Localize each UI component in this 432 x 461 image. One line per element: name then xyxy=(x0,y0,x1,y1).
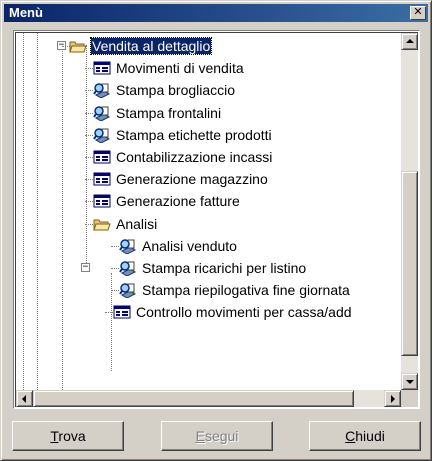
find-button-label: rova xyxy=(58,428,86,444)
run-button[interactable]: Esegui xyxy=(161,421,273,451)
run-button-accesskey: E xyxy=(195,428,205,444)
tree-item[interactable]: Generazione fatture xyxy=(93,190,241,212)
report-magnifier-icon xyxy=(93,82,111,99)
horizontal-scroll-thumb[interactable] xyxy=(33,390,354,407)
tree-item[interactable]: Stampa riepilogativa fine giornata xyxy=(119,279,351,301)
open-folder-icon xyxy=(93,216,111,232)
scroll-down-button[interactable] xyxy=(401,373,418,390)
tree-frame: − − Vendita al dettaglio Movimenti di ven… xyxy=(13,30,420,409)
form-icon xyxy=(93,60,111,76)
form-icon xyxy=(93,171,111,187)
tree-item[interactable]: Stampa ricarichi per listino xyxy=(119,257,307,279)
close-button[interactable]: Chiudi xyxy=(309,421,421,451)
horizontal-scrollbar[interactable] xyxy=(16,390,401,407)
tree-container: − − Vendita al dettaglio Movimenti di ven… xyxy=(15,32,418,407)
open-folder-icon xyxy=(69,38,87,54)
tree-item[interactable]: Analisi xyxy=(93,213,158,235)
close-window-button[interactable]: ✕ xyxy=(410,6,426,20)
tree-item-label: Stampa riepilogativa fine giornata xyxy=(142,282,350,299)
tree-item-label: Stampa brogliaccio xyxy=(116,82,236,99)
tree-item[interactable]: Generazione magazzino xyxy=(93,168,269,190)
tree-item-label: Stampa etichette prodotti xyxy=(116,126,272,143)
tree-item-label: Stampa frontalini xyxy=(116,104,222,121)
tree-item-label: Analisi xyxy=(116,215,158,232)
tree-item-label: Stampa ricarichi per listino xyxy=(142,260,307,276)
scroll-left-button[interactable] xyxy=(16,390,33,407)
report-magnifier-icon xyxy=(93,127,111,144)
tree-item-label: Generazione fatture xyxy=(116,193,240,210)
menu-tree[interactable]: − − Vendita al dettaglio Movimenti di ven… xyxy=(16,33,401,390)
scroll-corner xyxy=(401,390,418,407)
title-bar[interactable]: Menù ✕ xyxy=(4,4,428,22)
tree-item-label: Controllo movimenti per cassa/add xyxy=(136,304,352,321)
run-button-label: segui xyxy=(204,428,239,444)
scroll-up-button[interactable] xyxy=(401,33,418,50)
window-title: Menù xyxy=(9,5,43,20)
form-icon xyxy=(93,193,111,209)
tree-item[interactable]: Analisi venduto xyxy=(119,235,238,257)
tree-item-label: Analisi venduto xyxy=(142,237,237,254)
scroll-right-button[interactable] xyxy=(384,390,401,407)
close-button-accesskey: C xyxy=(345,428,356,444)
report-magnifier-icon xyxy=(119,238,137,255)
report-magnifier-icon xyxy=(93,105,111,122)
form-icon xyxy=(93,149,111,165)
collapse-analisi-toggle[interactable]: − xyxy=(81,263,90,272)
tree-item[interactable]: Vendita al dettaglio xyxy=(69,35,213,57)
menu-window: Menù ✕ − − Vendita al dettaglio Movimenti… xyxy=(0,0,432,461)
vertical-scrollbar[interactable] xyxy=(401,33,418,390)
tree-item-label: Generazione magazzino xyxy=(116,171,268,188)
tree-item[interactable]: Contabilizzazione incassi xyxy=(93,146,273,168)
tree-item[interactable]: Movimenti di vendita xyxy=(93,57,245,79)
tree-item[interactable]: Stampa frontalini xyxy=(93,102,222,124)
form-icon xyxy=(113,304,131,320)
tree-item-label: Movimenti di vendita xyxy=(116,60,244,77)
tree-item[interactable]: Controllo movimenti per cassa/add xyxy=(113,301,353,323)
tree-item-label: Vendita al dettaglio xyxy=(89,37,213,55)
tree-item-label: Contabilizzazione incassi xyxy=(116,149,273,165)
close-button-label: hiudi xyxy=(355,428,385,444)
vertical-scroll-thumb[interactable] xyxy=(401,171,418,356)
tree-item[interactable]: Stampa brogliaccio xyxy=(93,79,236,101)
tree-item[interactable]: Stampa etichette prodotti xyxy=(93,124,273,146)
report-magnifier-icon xyxy=(119,260,137,277)
find-button[interactable]: Trova xyxy=(12,421,124,451)
report-magnifier-icon xyxy=(119,282,137,299)
